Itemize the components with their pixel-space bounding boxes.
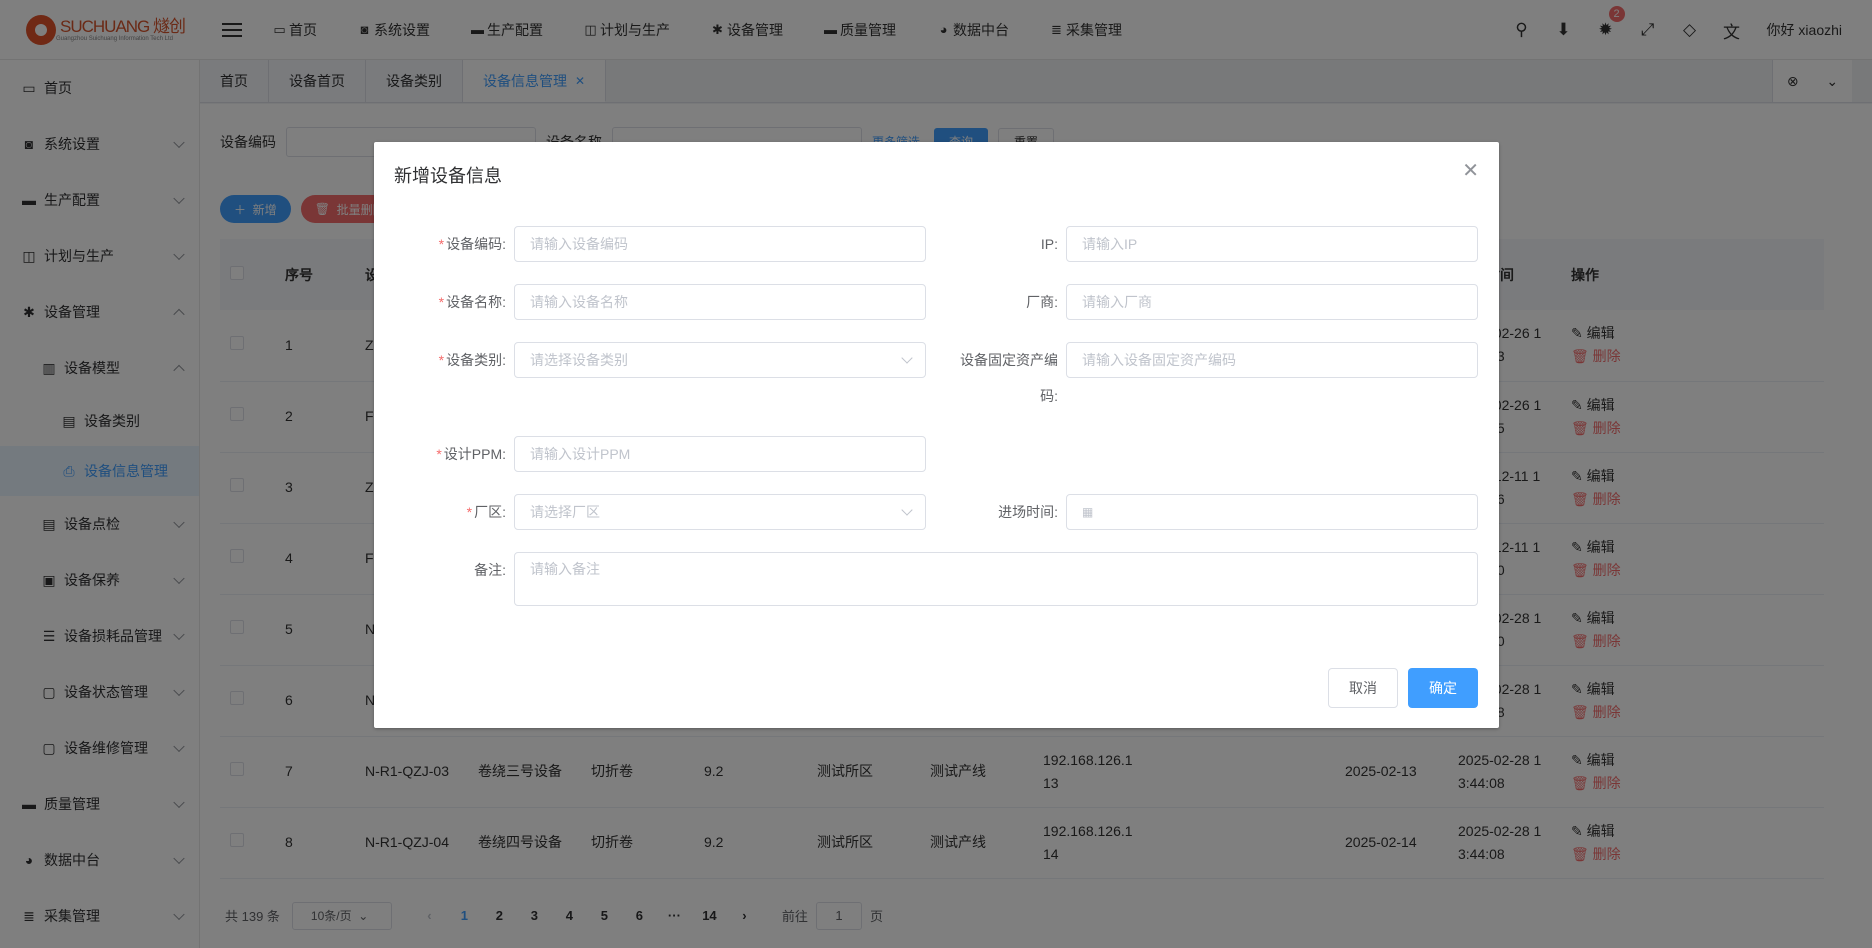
vendor-label: 厂商: — [1026, 294, 1058, 310]
asset-input[interactable]: 请输入设备固定资产编码 — [1066, 342, 1478, 378]
ip-label: IP: — [1040, 236, 1058, 252]
ip-input[interactable]: 请输入IP — [1066, 226, 1478, 262]
category-label: 设备类别: — [446, 352, 506, 368]
name-label: 设备名称: — [446, 294, 506, 310]
remark-textarea[interactable]: 请输入备注 — [514, 552, 1478, 606]
category-select[interactable]: 请选择设备类别 — [514, 342, 926, 378]
close-icon[interactable]: ✕ — [1462, 158, 1479, 183]
area-select[interactable]: 请选择厂区 — [514, 494, 926, 530]
code-label: 设备编码: — [446, 236, 506, 252]
area-label: 厂区: — [474, 504, 506, 520]
code-input[interactable]: 请输入设备编码 — [514, 226, 926, 262]
asset-label-line1: 设备固定资产编 — [960, 352, 1058, 368]
add-equipment-dialog: 新增设备信息 ✕ * 设备编码: 请输入设备编码 IP: 请输入IP * 设备名称:… — [374, 142, 1499, 728]
ppm-label: 设计PPM: — [443, 446, 506, 462]
dialog-title: 新增设备信息 — [394, 166, 502, 186]
cancel-button[interactable]: 取消 — [1328, 668, 1398, 708]
entry-time-label: 进场时间: — [998, 504, 1058, 520]
remark-label: 备注: — [474, 562, 506, 578]
ppm-input[interactable]: 请输入设计PPM — [514, 436, 926, 472]
entry-time-picker[interactable]: ▦ — [1066, 494, 1478, 530]
vendor-input[interactable]: 请输入厂商 — [1066, 284, 1478, 320]
asset-label-line2: 码: — [1040, 388, 1058, 404]
name-input[interactable]: 请输入设备名称 — [514, 284, 926, 320]
calendar-icon: ▦ — [1082, 505, 1094, 519]
chevron-down-icon — [901, 504, 913, 516]
confirm-button[interactable]: 确定 — [1408, 668, 1478, 708]
chevron-down-icon — [901, 352, 913, 364]
